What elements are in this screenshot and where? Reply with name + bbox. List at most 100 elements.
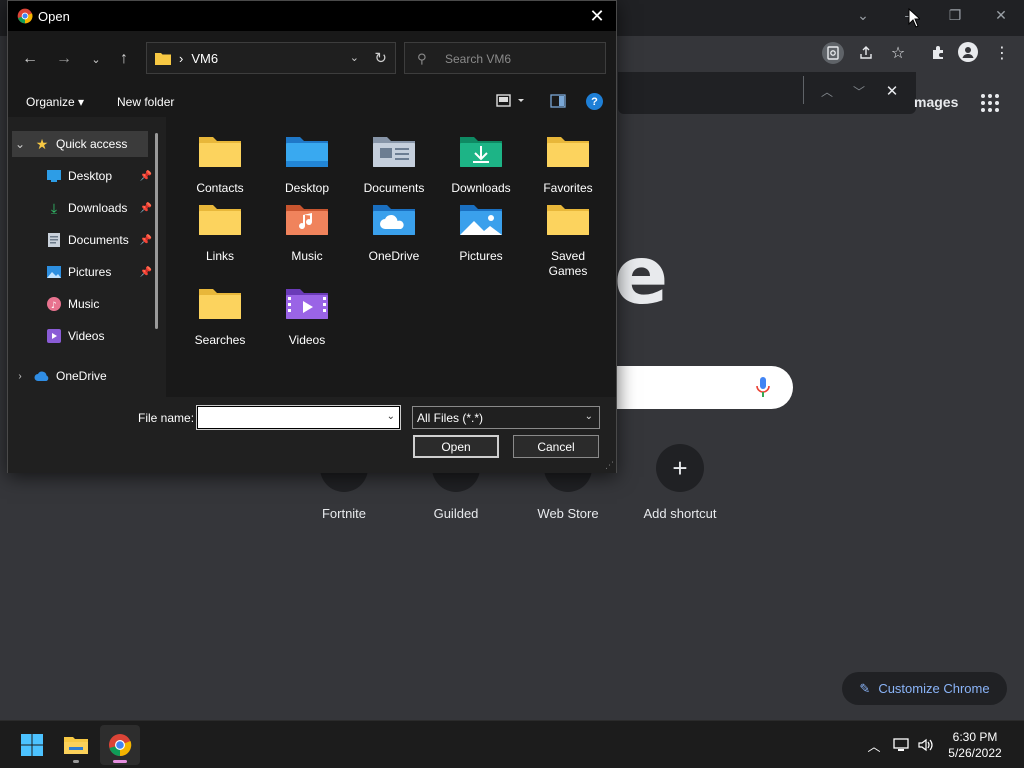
extensions-icon[interactable] bbox=[927, 42, 949, 64]
nav-item-label: Desktop bbox=[68, 169, 113, 183]
pin-icon: 📌 bbox=[139, 170, 152, 182]
file-type-filter-value: All Files (*.*) bbox=[417, 411, 484, 425]
expand-chevron-icon[interactable]: ⌄ bbox=[12, 137, 28, 151]
dialog-content: ⌄ ★ Quick access Desktop 📌 ⤓ Downloads 📌… bbox=[8, 117, 616, 397]
change-view-icon[interactable] bbox=[496, 93, 526, 112]
file-name-input[interactable]: ⌄ bbox=[196, 405, 401, 430]
pin-icon: 📌 bbox=[139, 266, 152, 278]
network-icon[interactable] bbox=[891, 735, 911, 755]
new-folder-button[interactable]: New folder bbox=[117, 95, 174, 109]
folder-icon bbox=[547, 137, 589, 167]
find-close-icon[interactable]: ✕ bbox=[881, 80, 903, 102]
breadcrumb-separator[interactable]: › bbox=[179, 51, 183, 66]
forward-arrow-icon[interactable]: → bbox=[52, 47, 76, 71]
windows-logo-icon bbox=[21, 734, 43, 756]
file-name-history-chevron-icon[interactable]: ⌄ bbox=[387, 411, 395, 422]
tab-search-icon[interactable]: ⌄ bbox=[852, 6, 874, 24]
file-item-videos[interactable]: Videos bbox=[267, 283, 347, 348]
pencil-icon: ✎ bbox=[859, 680, 871, 696]
file-item-searches[interactable]: Searches bbox=[180, 283, 260, 348]
customize-chrome-button[interactable]: ✎ Customize Chrome bbox=[842, 672, 1007, 705]
nav-item-label: Quick access bbox=[56, 137, 128, 151]
file-item-label: OneDrive bbox=[368, 249, 420, 263]
voice-search-icon[interactable] bbox=[756, 376, 770, 398]
share-icon[interactable] bbox=[855, 42, 877, 64]
up-arrow-icon[interactable]: ↑ bbox=[112, 47, 136, 71]
taskbar: ︿ 6:30 PM 5/26/2022 bbox=[0, 720, 1024, 768]
nav-item-music[interactable]: ♪ Music bbox=[46, 291, 148, 317]
find-next-icon[interactable]: ﹀ bbox=[848, 80, 870, 102]
breadcrumb: › VM6 bbox=[155, 51, 218, 66]
file-item-label: Contacts bbox=[196, 181, 244, 195]
nav-item-label: Music bbox=[68, 297, 100, 311]
find-separator bbox=[803, 76, 804, 104]
refresh-icon[interactable]: ↻ bbox=[374, 49, 387, 67]
recent-locations-chevron-icon[interactable]: ⌄ bbox=[84, 47, 108, 71]
back-arrow-icon[interactable]: ← bbox=[18, 47, 42, 71]
star-icon: ★ bbox=[35, 135, 49, 152]
cancel-button[interactable]: Cancel bbox=[513, 435, 599, 458]
address-history-chevron-icon[interactable]: ⌄ bbox=[350, 51, 359, 64]
nav-item-onedrive[interactable]: › OneDrive bbox=[12, 363, 148, 389]
address-bar[interactable]: › VM6 ⌄ ↻ bbox=[146, 42, 396, 74]
file-item-documents[interactable]: Documents bbox=[354, 131, 434, 196]
desktop-icon bbox=[46, 168, 62, 184]
nav-item-downloads[interactable]: ⤓ Downloads 📌 bbox=[46, 195, 152, 221]
file-item-pictures[interactable]: Pictures bbox=[441, 199, 521, 264]
find-previous-icon[interactable]: ︿ bbox=[816, 80, 838, 102]
pictures-folder-icon bbox=[460, 205, 502, 235]
resize-grip-icon[interactable]: ⋰ bbox=[605, 460, 614, 471]
bookmark-star-icon[interactable]: ☆ bbox=[887, 42, 909, 64]
file-type-filter-select[interactable]: All Files (*.*) ⌄ bbox=[412, 406, 600, 429]
nav-item-quick-access[interactable]: ⌄ ★ Quick access bbox=[12, 131, 148, 157]
profile-icon[interactable] bbox=[958, 42, 978, 62]
customize-label: Customize Chrome bbox=[878, 681, 990, 696]
file-item-onedrive[interactable]: OneDrive bbox=[354, 199, 434, 264]
add-shortcut[interactable]: + Add shortcut bbox=[625, 444, 735, 521]
file-item-saved-games[interactable]: Saved Games bbox=[528, 199, 608, 279]
nav-item-pictures[interactable]: Pictures 📌 bbox=[46, 259, 152, 285]
expand-chevron-icon[interactable]: › bbox=[12, 371, 28, 382]
music-icon: ♪ bbox=[46, 296, 62, 312]
volume-icon[interactable] bbox=[916, 735, 936, 755]
file-item-desktop[interactable]: Desktop bbox=[267, 131, 347, 196]
dialog-close-icon[interactable]: ✕ bbox=[586, 5, 608, 27]
folder-icon bbox=[155, 53, 171, 65]
search-field[interactable]: ⚲ Search VM6 bbox=[404, 42, 606, 74]
start-button[interactable] bbox=[12, 725, 52, 765]
preview-pane-icon[interactable] bbox=[550, 94, 566, 111]
system-clock[interactable]: 6:30 PM 5/26/2022 bbox=[935, 729, 1015, 761]
file-item-contacts[interactable]: Contacts bbox=[180, 131, 260, 196]
breadcrumb-folder[interactable]: VM6 bbox=[191, 51, 218, 66]
restore-button[interactable]: ❐ bbox=[944, 6, 966, 24]
file-item-label: Links bbox=[205, 249, 234, 263]
file-explorer-taskbar-button[interactable] bbox=[56, 725, 96, 765]
onedrive-folder-icon bbox=[373, 205, 415, 235]
open-button[interactable]: Open bbox=[413, 435, 499, 458]
google-apps-icon[interactable] bbox=[981, 94, 999, 112]
help-icon[interactable]: ? bbox=[586, 93, 603, 110]
file-item-downloads[interactable]: Downloads bbox=[441, 131, 521, 196]
nav-item-desktop[interactable]: Desktop 📌 bbox=[46, 163, 152, 189]
nav-item-label: Videos bbox=[68, 329, 105, 343]
close-window-button[interactable]: ✕ bbox=[990, 6, 1012, 24]
download-icon: ⤓ bbox=[50, 199, 58, 216]
chrome-taskbar-button[interactable] bbox=[100, 725, 140, 765]
videos-folder-icon bbox=[286, 289, 328, 319]
menu-icon[interactable]: ⋮ bbox=[991, 42, 1013, 64]
find-in-page-icon[interactable] bbox=[822, 42, 844, 64]
images-link[interactable]: mages bbox=[914, 94, 958, 110]
file-item-music[interactable]: Music bbox=[267, 199, 347, 264]
folder-icon bbox=[199, 205, 241, 235]
dialog-title: Open bbox=[38, 9, 70, 24]
command-bar: Organize ▾ New folder ? bbox=[8, 87, 616, 117]
file-item-links[interactable]: Links bbox=[180, 199, 260, 264]
file-item-favorites[interactable]: Favorites bbox=[528, 131, 608, 196]
nav-item-documents[interactable]: Documents 📌 bbox=[46, 227, 152, 253]
nav-item-videos[interactable]: Videos bbox=[46, 323, 148, 349]
show-hidden-icons-chevron-icon[interactable]: ︿ bbox=[864, 735, 884, 755]
nav-pane-scrollbar[interactable] bbox=[155, 133, 158, 329]
dialog-footer: File name: ⌄ All Files (*.*) ⌄ Open Canc… bbox=[8, 397, 616, 473]
folder-icon bbox=[547, 205, 589, 235]
organize-menu-button[interactable]: Organize ▾ bbox=[26, 95, 84, 109]
